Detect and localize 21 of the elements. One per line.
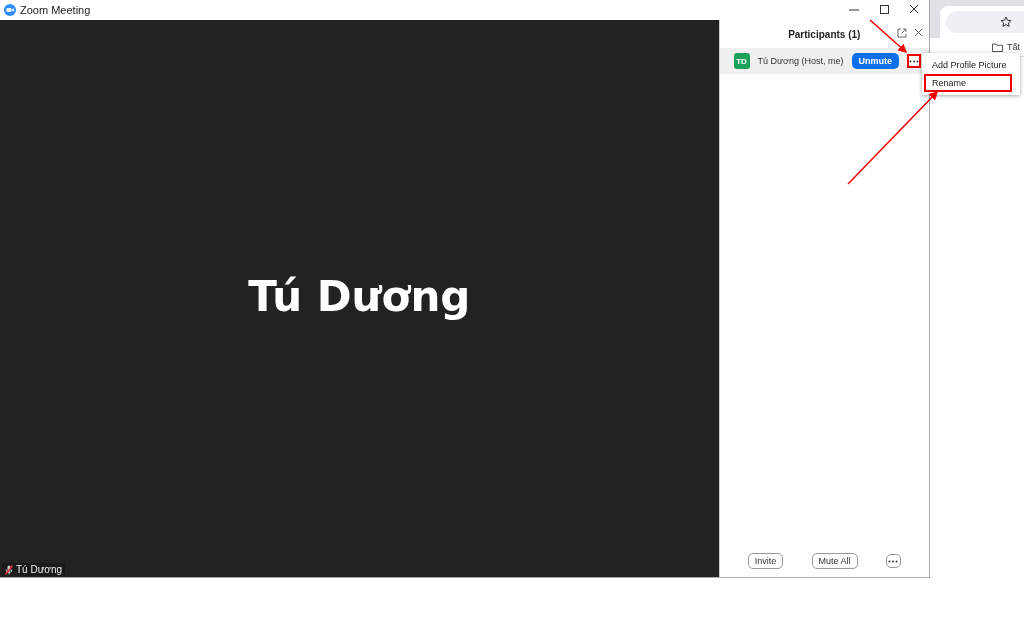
- pop-out-icon[interactable]: [897, 28, 907, 38]
- footer-button[interactable]: Invite: [747, 553, 784, 569]
- menu-item[interactable]: Rename: [924, 74, 1012, 92]
- more-icon: [888, 559, 899, 563]
- more-button[interactable]: [907, 54, 921, 68]
- bookmark-folder[interactable]: Tất: [1007, 42, 1020, 52]
- participant-name: Tú Dương (Host, me): [757, 56, 844, 66]
- avatar: TD: [733, 53, 750, 69]
- participant-row[interactable]: TD Tú Dương (Host, me) Unmute: [719, 48, 929, 74]
- close-icon[interactable]: [914, 28, 923, 37]
- unmute-button[interactable]: Unmute: [851, 53, 899, 69]
- star-icon[interactable]: [1000, 16, 1012, 28]
- app-logo-icon: [4, 4, 16, 16]
- folder-icon: [992, 42, 1003, 52]
- footer-button[interactable]: Mute All: [811, 553, 858, 569]
- participant-name: Tú Dương: [248, 272, 471, 321]
- window-title: Zoom Meeting: [20, 4, 91, 16]
- more-button[interactable]: [885, 554, 901, 568]
- annotation-arrow: [869, 19, 908, 53]
- panel-title: Participants (1): [788, 28, 861, 40]
- more-icon: [909, 59, 919, 63]
